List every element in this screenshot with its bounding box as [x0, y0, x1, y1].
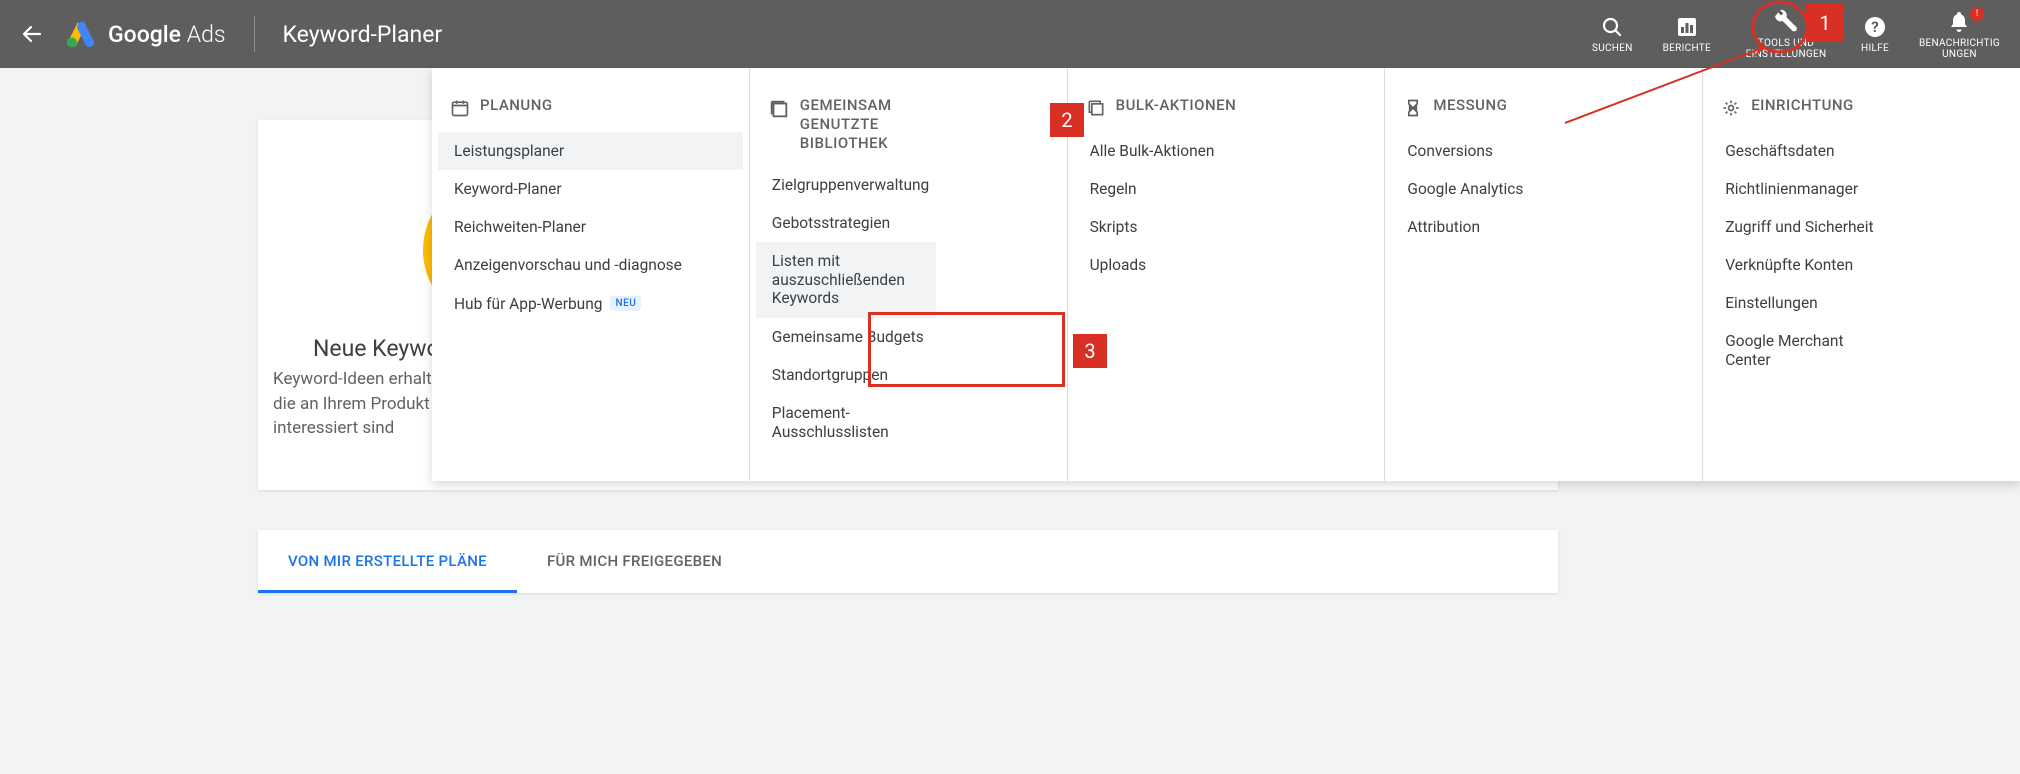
- hourglass-icon: [1403, 98, 1423, 118]
- divider: [254, 16, 255, 52]
- menu-col-bulk: BULK-AKTIONEN Alle Bulk-Aktionen Regeln …: [1068, 68, 1386, 481]
- menu-item-gebotsstrategien[interactable]: Gebotsstrategien: [756, 204, 1061, 242]
- tab-my-plans[interactable]: VON MIR ERSTELLTE PLÄNE: [258, 530, 517, 593]
- menu-item-keyword-planer[interactable]: Keyword-Planer: [438, 170, 743, 208]
- menu-item-placement-exclusions[interactable]: Placement-Ausschlusslisten: [756, 394, 916, 451]
- menu-item-analytics[interactable]: Google Analytics: [1391, 170, 1696, 208]
- brand-text: Google Ads: [108, 21, 226, 48]
- notifications-tool[interactable]: ! BENACHRICHTIG UNGEN: [1919, 9, 2000, 60]
- annotation-arrow: [1565, 45, 1785, 125]
- search-icon: [1600, 14, 1624, 40]
- menu-item-scripts[interactable]: Skripts: [1074, 208, 1379, 246]
- annotation-3: 3: [1073, 334, 1107, 368]
- stack-icon: [1086, 98, 1106, 118]
- library-icon: [768, 98, 790, 120]
- menu-item-access-security[interactable]: Zugriff und Sicherheit: [1709, 208, 2014, 246]
- tools-mega-menu: PLANUNG Leistungsplaner Keyword-Planer R…: [432, 68, 2020, 481]
- new-badge: NEU: [610, 296, 641, 311]
- plans-tabs: VON MIR ERSTELLTE PLÄNE FÜR MICH FREIGEG…: [258, 530, 1558, 593]
- google-ads-logo-icon: [64, 19, 98, 49]
- page-title: Keyword-Planer: [283, 21, 443, 48]
- menu-item-policy-manager[interactable]: Richtlinienmanager: [1709, 170, 2014, 208]
- bell-icon: !: [1947, 9, 1971, 35]
- menu-item-linked-accounts[interactable]: Verknüpfte Konten: [1709, 246, 2014, 284]
- menu-item-zielgruppen[interactable]: Zielgruppenverwaltung: [756, 166, 1061, 204]
- menu-col-title: PLANUNG: [480, 96, 553, 115]
- menu-item-attribution[interactable]: Attribution: [1391, 208, 1696, 246]
- help-icon: ?: [1863, 14, 1887, 40]
- menu-col-shared-library: GEMEINSAM GENUTZTE BIBLIOTHEK Zielgruppe…: [750, 68, 1068, 481]
- menu-col-setup: EINRICHTUNG Geschäftsdaten Richtlinienma…: [1703, 68, 2020, 481]
- annotation-1: 1: [1806, 4, 1844, 42]
- menu-item-merchant-center[interactable]: Google Merchant Center: [1709, 322, 1879, 379]
- tab-shared-plans[interactable]: FÜR MICH FREIGEGEBEN: [517, 530, 752, 593]
- menu-col-title: MESSUNG: [1433, 96, 1507, 115]
- annotation-outline-3: [868, 312, 1065, 387]
- help-tool[interactable]: ? HILFE: [1861, 14, 1889, 54]
- menu-item-app-hub[interactable]: Hub für App-WerbungNEU: [438, 285, 743, 323]
- menu-item-settings[interactable]: Einstellungen: [1709, 284, 2014, 322]
- annotation-2: 2: [1050, 103, 1084, 137]
- back-arrow-icon[interactable]: [20, 22, 44, 46]
- svg-text:?: ?: [1871, 18, 1878, 36]
- menu-item-uploads[interactable]: Uploads: [1074, 246, 1379, 284]
- calendar-icon: [450, 98, 470, 118]
- menu-item-anzeigenvorschau[interactable]: Anzeigenvorschau und -diagnose: [438, 246, 743, 285]
- menu-col-title: BULK-AKTIONEN: [1116, 96, 1237, 115]
- menu-item-business-data[interactable]: Geschäftsdaten: [1709, 132, 2014, 170]
- menu-col-measurement: MESSUNG Conversions Google Analytics Att…: [1385, 68, 1703, 481]
- menu-item-negative-keywords[interactable]: Listen mit auszuschließenden Keywords: [756, 242, 936, 318]
- menu-item-conversions[interactable]: Conversions: [1391, 132, 1696, 170]
- menu-item-leistungsplaner[interactable]: Leistungsplaner: [438, 132, 743, 170]
- card-title: Neue Keywo: [313, 335, 440, 362]
- menu-item-all-bulk[interactable]: Alle Bulk-Aktionen: [1074, 132, 1379, 170]
- notification-badge: !: [1970, 7, 1984, 21]
- menu-col-title: GEMEINSAM GENUTZTE BIBLIOTHEK: [800, 96, 920, 152]
- menu-item-rules[interactable]: Regeln: [1074, 170, 1379, 208]
- annotation-circle-1: [1750, 0, 1810, 55]
- menu-item-reichweiten-planer[interactable]: Reichweiten-Planer: [438, 208, 743, 246]
- menu-col-planning: PLANUNG Leistungsplaner Keyword-Planer R…: [432, 68, 750, 481]
- bar-chart-icon: [1675, 14, 1699, 40]
